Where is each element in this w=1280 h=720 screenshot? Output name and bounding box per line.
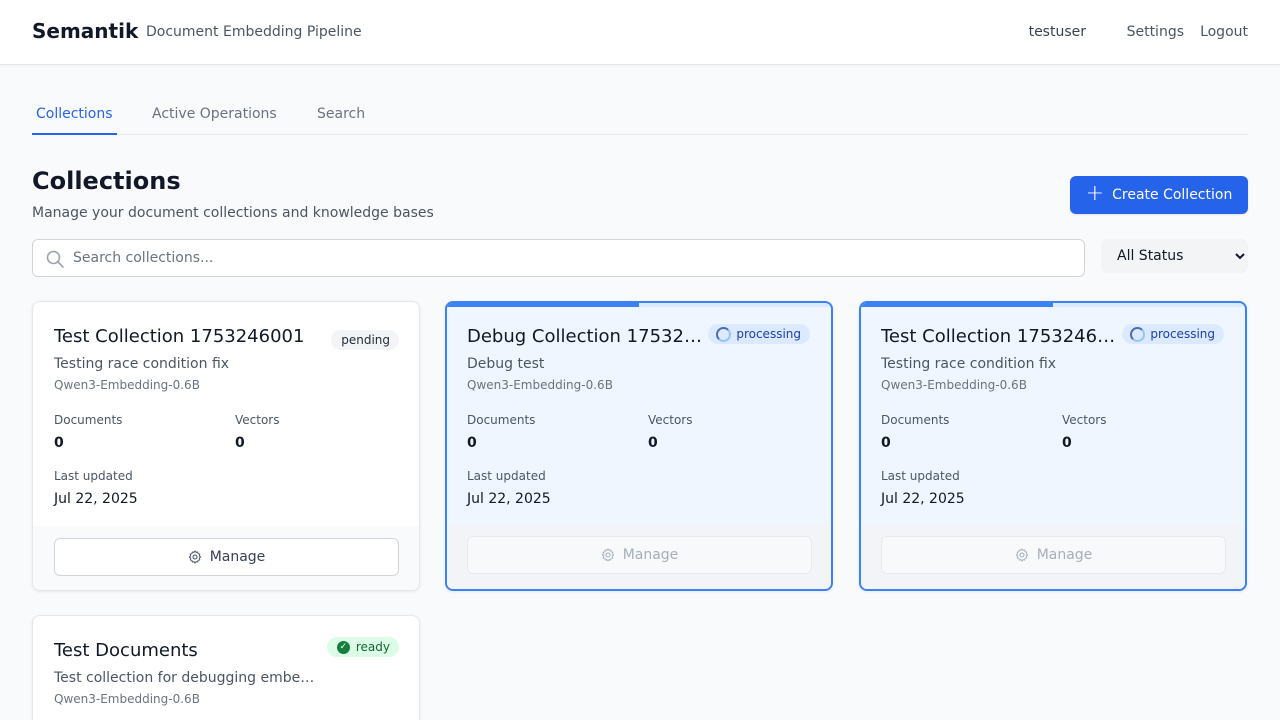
documents-count: 0 (881, 435, 891, 451)
main-tabs: Collections Active Operations Search (32, 96, 1248, 135)
collection-card[interactable]: Test Collection 1753246001 Testing race … (32, 301, 420, 591)
gear-icon (601, 548, 614, 562)
card-footer: Manage (33, 526, 419, 590)
plus-icon: + (1085, 181, 1105, 206)
vectors-count: 0 (648, 435, 658, 451)
settings-link[interactable]: Settings (1127, 24, 1184, 40)
collection-description: Test collection for debugging embedding (54, 670, 316, 686)
create-collection-label: Create Collection (1112, 187, 1233, 203)
brand-logo-text[interactable]: Semantik (32, 19, 138, 43)
collection-card[interactable]: Test Documents Test collection for debug… (32, 615, 420, 720)
collection-stats: Documents 0 Vectors 0 (881, 412, 1231, 452)
collection-model: Qwen3-Embedding-0.6B (54, 692, 200, 706)
manage-label: Manage (622, 547, 679, 563)
vectors-label: Vectors (648, 413, 693, 427)
documents-label: Documents (881, 413, 950, 427)
logout-link[interactable]: Logout (1200, 24, 1248, 40)
gear-icon (188, 550, 201, 564)
progress-fill (447, 303, 639, 307)
manage-button[interactable]: Manage (467, 536, 812, 574)
documents-count: 0 (467, 435, 477, 451)
card-footer: Manage (861, 525, 1245, 589)
collection-stats: Documents 0 Vectors 0 (54, 412, 404, 452)
tab-search[interactable]: Search (313, 106, 369, 134)
status-badge-label: processing (1150, 327, 1215, 341)
status-badge: pending (331, 330, 399, 350)
collection-name: Debug Collection 1753246001 (467, 326, 707, 347)
vectors-count: 0 (1062, 435, 1072, 451)
collection-description: Debug test (467, 356, 545, 372)
manage-label: Manage (209, 549, 266, 565)
spinner-icon (1130, 326, 1146, 342)
status-badge: processing (708, 324, 810, 344)
manage-button[interactable]: Manage (881, 536, 1226, 574)
search-box (32, 239, 1085, 277)
collection-description: Testing race condition fix (54, 356, 230, 372)
status-badge-label: ready (355, 640, 390, 654)
last-updated-label: Last updated (54, 469, 133, 483)
brand-subtitle: Document Embedding Pipeline (146, 24, 362, 40)
collection-stats: Documents 0 Vectors 0 (467, 412, 817, 452)
collection-card[interactable]: Test Collection 1753246001 Testing race … (859, 301, 1247, 591)
status-badge: ✓ ready (326, 637, 399, 657)
page-title: Collections (32, 167, 181, 195)
vectors-label: Vectors (235, 413, 280, 427)
collection-model: Qwen3-Embedding-0.6B (467, 378, 613, 392)
documents-label: Documents (467, 413, 536, 427)
manage-button[interactable]: Manage (54, 538, 399, 576)
collection-name: Test Collection 1753246001 (881, 326, 1121, 347)
documents-count: 0 (54, 435, 64, 451)
collection-name: Test Documents (54, 640, 198, 661)
tab-active-operations[interactable]: Active Operations (148, 106, 281, 134)
last-updated-value: Jul 22, 2025 (54, 491, 138, 507)
vectors-count: 0 (235, 435, 245, 451)
vectors-label: Vectors (1062, 413, 1107, 427)
check-circle-icon: ✓ (336, 640, 350, 654)
progress-fill (861, 303, 1053, 307)
last-updated-value: Jul 22, 2025 (467, 491, 551, 507)
collection-card[interactable]: Debug Collection 1753246001 Debug test Q… (445, 301, 833, 591)
manage-label: Manage (1036, 547, 1093, 563)
card-footer: Manage (447, 525, 831, 589)
status-filter-select[interactable]: All Status (1101, 239, 1248, 273)
last-updated-value: Jul 22, 2025 (881, 491, 965, 507)
progress-bar (861, 303, 1245, 307)
collection-model: Qwen3-Embedding-0.6B (881, 378, 1027, 392)
search-icon (46, 250, 64, 268)
status-badge-label: processing (736, 327, 801, 341)
create-collection-button[interactable]: + Create Collection (1070, 176, 1248, 214)
documents-label: Documents (54, 413, 123, 427)
page-subtitle: Manage your document collections and kno… (32, 205, 434, 221)
tab-collections[interactable]: Collections (32, 106, 117, 135)
last-updated-label: Last updated (467, 469, 546, 483)
collection-model: Qwen3-Embedding-0.6B (54, 378, 200, 392)
progress-bar (447, 303, 831, 307)
status-badge: processing (1122, 324, 1224, 344)
collection-name: Test Collection 1753246001 (54, 326, 305, 347)
gear-icon (1015, 548, 1028, 562)
collection-description: Testing race condition fix (881, 356, 1057, 372)
last-updated-label: Last updated (881, 469, 960, 483)
top-header: Semantik Document Embedding Pipeline tes… (0, 0, 1280, 65)
spinner-icon (716, 326, 732, 342)
status-badge-label: pending (341, 333, 390, 347)
username-label: testuser (1028, 24, 1086, 40)
search-input[interactable] (73, 240, 1073, 276)
